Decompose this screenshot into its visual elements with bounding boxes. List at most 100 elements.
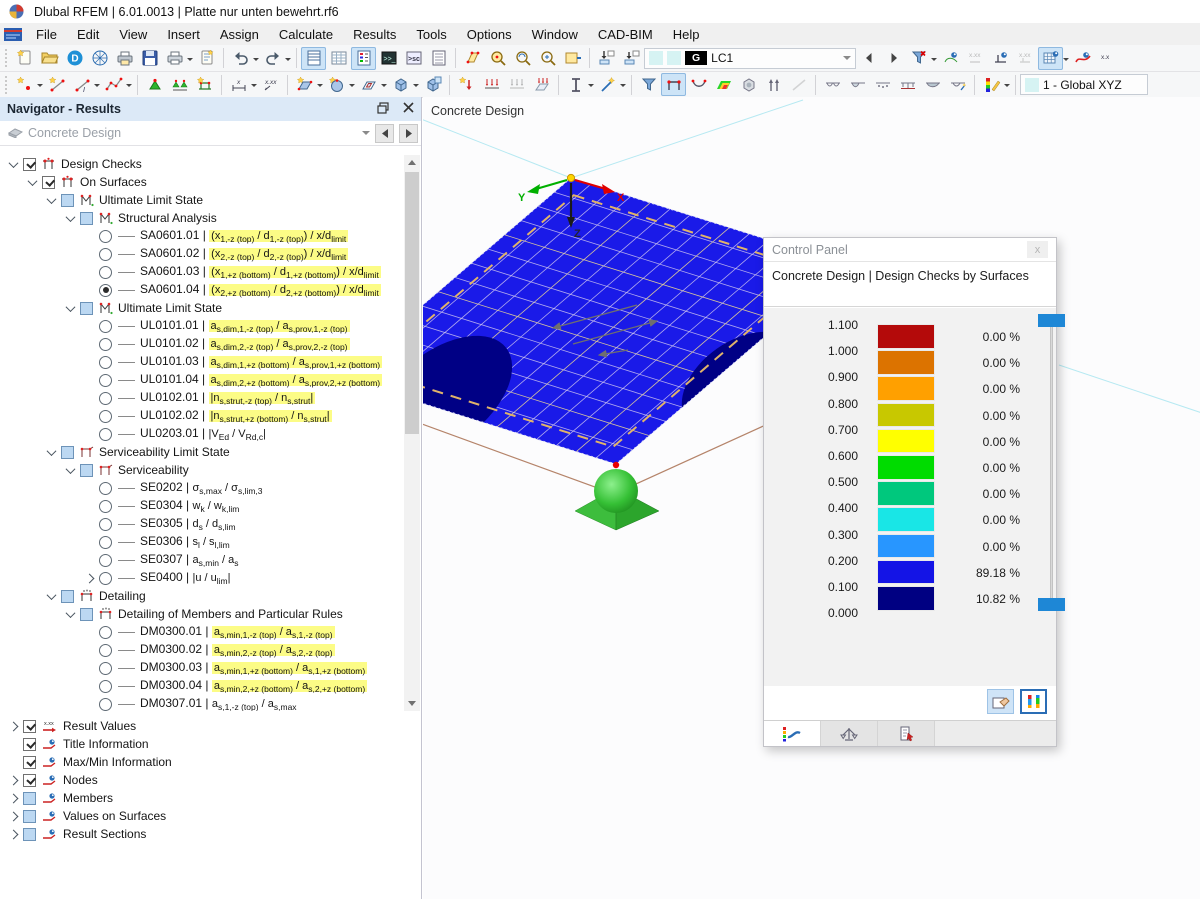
float-panel-icon[interactable] [377, 102, 389, 117]
tree-row[interactable]: Design Checks [0, 155, 404, 173]
checkbox-partial[interactable] [61, 590, 74, 603]
filter-loads-dropdown-icon[interactable] [931, 58, 937, 64]
panel-mode-button[interactable] [987, 689, 1014, 714]
menu-insert[interactable]: Insert [157, 25, 210, 44]
tree-row-sa0601.04[interactable]: SA0601.04 | (x2,+z (bottom) / d2,+z (bot… [0, 281, 404, 299]
print-dropdown-icon[interactable] [187, 58, 193, 64]
menu-tools[interactable]: Tools [406, 25, 456, 44]
tree-row-ul0102.02[interactable]: UL0102.02 | |ns,strut,+z (bottom) / ns,s… [0, 407, 404, 425]
chevron-right-icon[interactable] [9, 775, 19, 785]
menu-edit[interactable]: Edit [67, 25, 109, 44]
radio-unselected[interactable] [99, 698, 112, 711]
radio-unselected[interactable] [99, 374, 112, 387]
undo-icon[interactable] [228, 47, 253, 70]
modify-geometry-icon[interactable] [460, 47, 485, 70]
toolbar-grip[interactable] [3, 76, 9, 94]
tree-row-sa0601.03[interactable]: SA0601.03 | (x1,+z (bottom) / d1,+z (bot… [0, 263, 404, 281]
tree-row[interactable]: Ultimate Limit State [0, 191, 404, 209]
tree-row[interactable]: Values on Surfaces [0, 807, 421, 825]
radio-unselected[interactable] [99, 266, 112, 279]
radio-selected[interactable] [99, 284, 112, 297]
member-load-icon[interactable] [479, 73, 504, 96]
show-load-info-icon[interactable] [938, 47, 963, 70]
scale-swatch-10[interactable] [877, 586, 935, 611]
scale-swatch-2[interactable] [877, 376, 935, 401]
tree-row[interactable]: Structural Analysis [0, 209, 404, 227]
line-support-icon[interactable] [167, 73, 192, 96]
tree-row[interactable]: On Surfaces [0, 173, 404, 191]
radio-unselected[interactable] [99, 644, 112, 657]
print-icon[interactable] [162, 47, 187, 70]
tree-row[interactable]: Result Sections [0, 825, 421, 843]
surface-load-icon[interactable] [529, 73, 554, 96]
tree-row[interactable]: Detailing of Members and Particular Rule… [0, 605, 404, 623]
chevron-down-icon[interactable] [66, 212, 76, 222]
tree-row-dm0300.03[interactable]: DM0300.03 | as,min,1,+z (bottom) / as,1,… [0, 659, 404, 677]
corner-node[interactable] [613, 462, 619, 468]
printout-report-icon[interactable] [194, 47, 219, 70]
diagram-max-icon[interactable] [895, 73, 920, 96]
visibility-combo[interactable]: 1 - Global XYZ [1020, 74, 1148, 95]
reset-view-icon[interactable] [761, 73, 786, 96]
diagram-dots-icon[interactable] [870, 73, 895, 96]
checkbox-checked[interactable] [23, 774, 36, 787]
show-load-values-icon[interactable]: x.xx [963, 47, 988, 70]
tree-row-ul0101.02[interactable]: UL0101.02 | as,dim,2,-z (top) / as,prov,… [0, 335, 404, 353]
menu-file[interactable]: File [26, 25, 67, 44]
scale-slider-track[interactable] [1050, 314, 1053, 604]
chevron-down-icon[interactable] [66, 608, 76, 618]
zoom-pan-icon[interactable] [535, 47, 560, 70]
chevron-down-icon[interactable] [66, 302, 76, 312]
free-load-icon[interactable] [504, 73, 529, 96]
close-panel-icon[interactable] [403, 102, 414, 116]
zoom-rotate-icon[interactable] [510, 47, 535, 70]
tree-row-ul0203.01[interactable]: UL0203.01 | |VEd / VRd,c| [0, 425, 404, 443]
checkbox-checked[interactable] [23, 158, 36, 171]
scale-swatch-9[interactable] [877, 560, 935, 585]
insert-solid-icon[interactable] [388, 73, 413, 96]
insert-opening-icon[interactable] [356, 73, 381, 96]
menu-assign[interactable]: Assign [210, 25, 269, 44]
insert-line-icon[interactable] [44, 73, 69, 96]
filter-loads-icon[interactable] [906, 47, 931, 70]
tree-row[interactable]: Max/Min Information [0, 753, 421, 771]
tree-row[interactable]: Nodes [0, 771, 421, 789]
spreadsheet-icon[interactable] [326, 47, 351, 70]
checkbox-partial[interactable] [61, 194, 74, 207]
radio-unselected[interactable] [99, 482, 112, 495]
next-result-button[interactable] [399, 124, 418, 143]
checkbox-partial[interactable] [23, 828, 36, 841]
prev-result-button[interactable] [375, 124, 394, 143]
nodal-support-icon[interactable] [142, 73, 167, 96]
diagram-left-icon[interactable] [845, 73, 870, 96]
redo-icon[interactable] [260, 47, 285, 70]
checkbox-checked[interactable] [23, 738, 36, 751]
isoband-view-icon[interactable] [711, 73, 736, 96]
save-icon[interactable] [137, 47, 162, 70]
chevron-right-icon[interactable] [9, 811, 19, 821]
insert-line-i-icon[interactable]: I [69, 73, 94, 96]
control-panel-titlebar[interactable]: Control Panel x [764, 238, 1056, 262]
checkbox-partial[interactable] [80, 608, 93, 621]
tree-row-se0304[interactable]: SE0304 | wk / wk,lim [0, 497, 404, 515]
tree-row-se0306[interactable]: SE0306 | sl / sl,lim [0, 533, 404, 551]
nodal-load-icon[interactable] [454, 73, 479, 96]
member-structure-icon[interactable] [192, 73, 217, 96]
dlubal-model-icon[interactable]: D [62, 47, 87, 70]
insert-nurbs-dropdown-icon[interactable] [349, 84, 355, 90]
command-prompt-icon[interactable]: >>_ [376, 47, 401, 70]
chevron-right-icon[interactable] [9, 721, 19, 731]
mesh-display-dropdown-icon[interactable] [1063, 58, 1069, 64]
scroll-up-icon[interactable] [404, 155, 420, 170]
tables-icon[interactable] [301, 47, 326, 70]
tree-row-ul0101.03[interactable]: UL0101.03 | as,dim,1,+z (bottom) / as,pr… [0, 353, 404, 371]
checkbox-partial[interactable] [23, 810, 36, 823]
dimension-xx-icon[interactable]: x.xx [258, 73, 283, 96]
insert-surface-dropdown-icon[interactable] [317, 84, 323, 90]
result-display-icon[interactable] [1070, 47, 1095, 70]
chevron-down-icon[interactable] [47, 590, 57, 600]
insert-node-dropdown-icon[interactable] [37, 84, 43, 90]
radio-unselected[interactable] [99, 518, 112, 531]
menu-options[interactable]: Options [457, 25, 522, 44]
insert-block-icon[interactable] [420, 73, 445, 96]
